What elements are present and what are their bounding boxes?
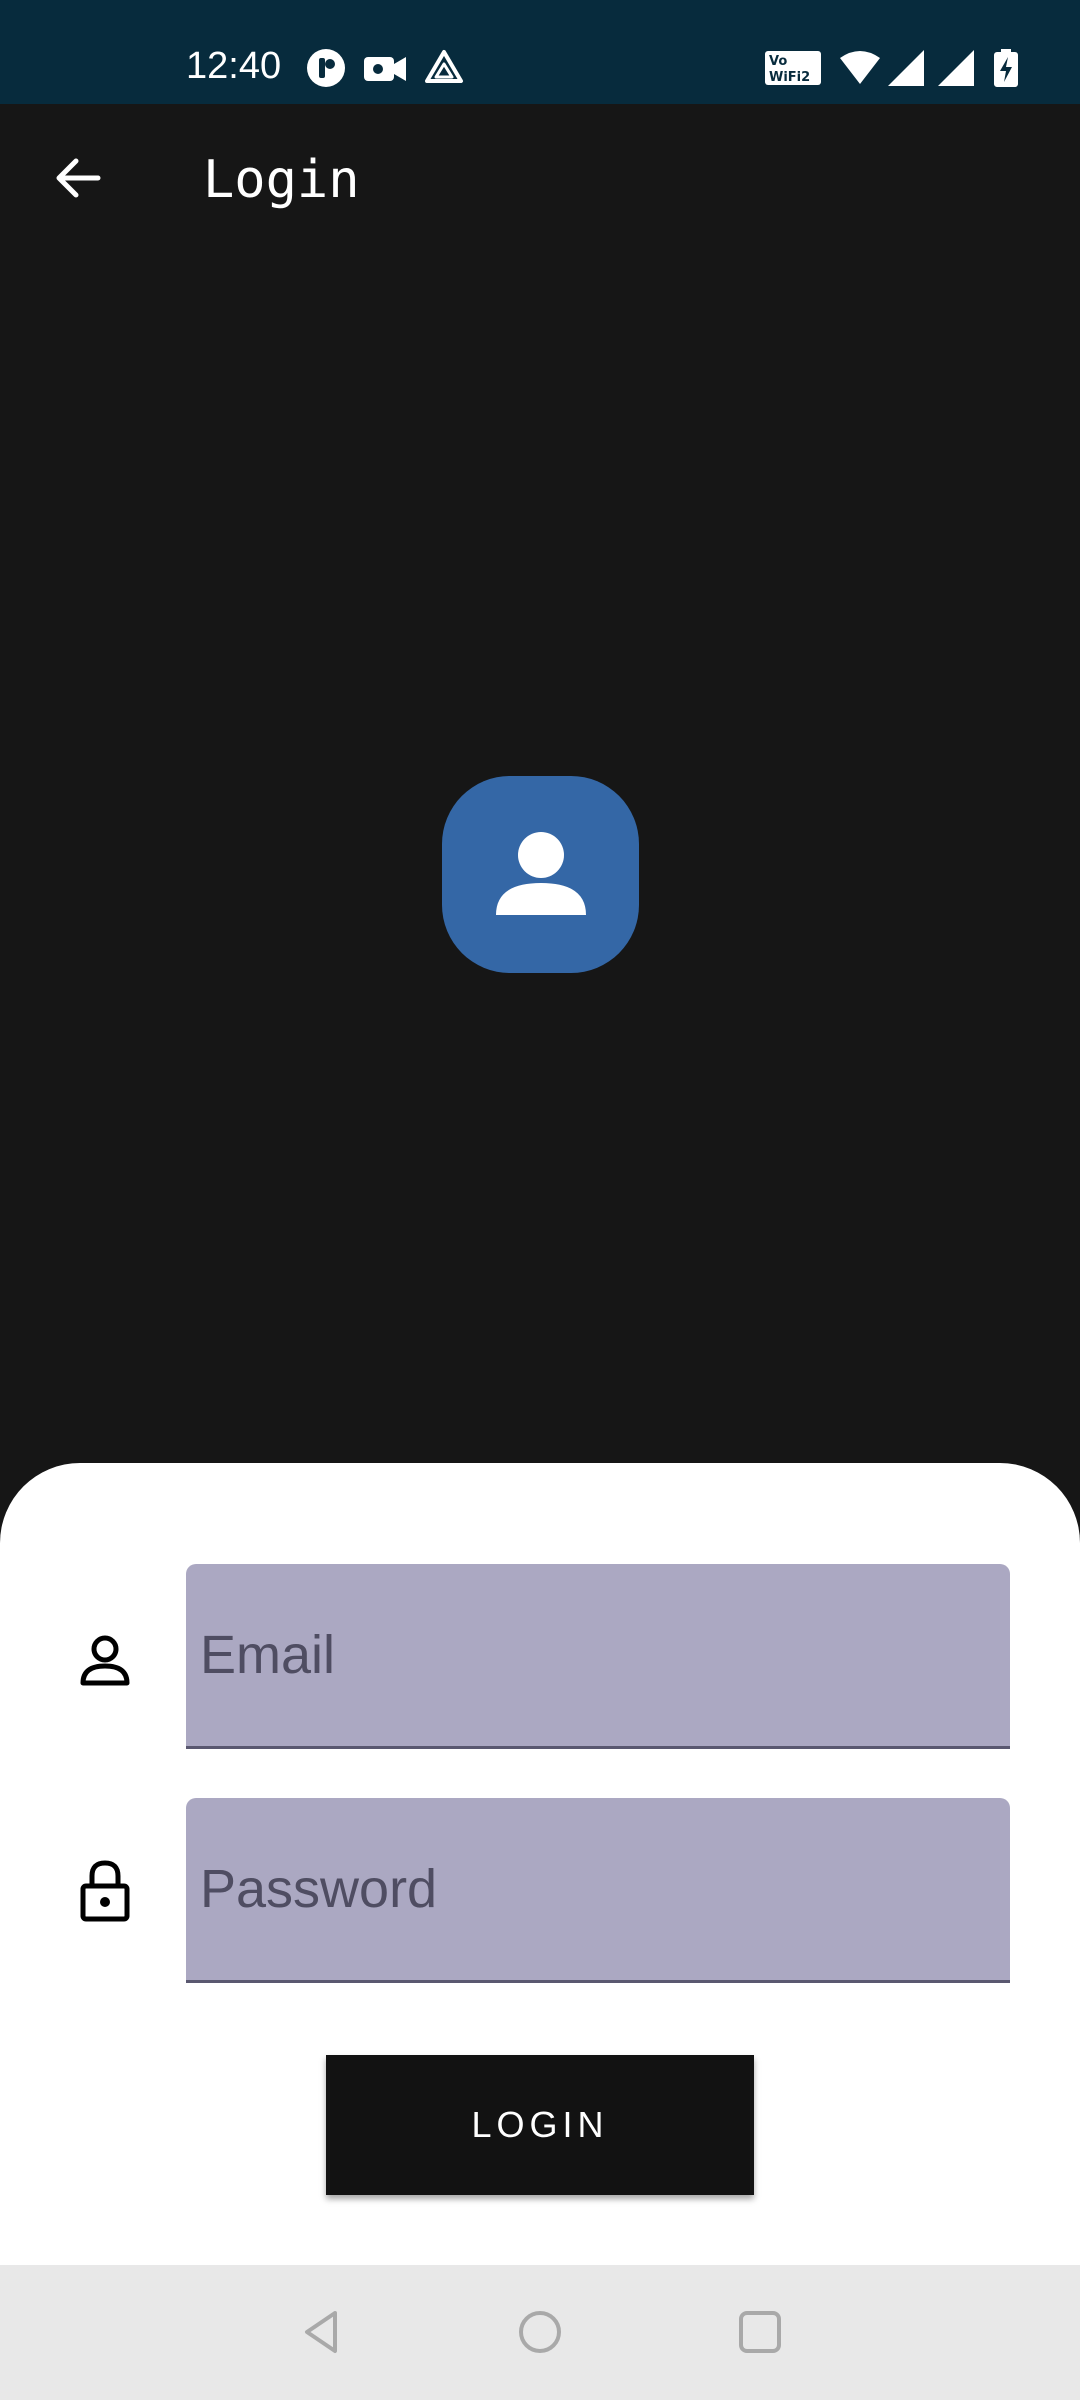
password-field[interactable] <box>200 1798 990 1980</box>
email-field[interactable] <box>200 1564 990 1746</box>
signal-icon <box>938 50 974 86</box>
app-bar: Login <box>0 104 1080 264</box>
nav-home-button[interactable] <box>495 2287 585 2377</box>
password-field-container <box>186 1798 1010 1983</box>
status-bar: 12:40 Vo WiFi2 <box>0 0 1080 104</box>
avatar <box>442 776 639 973</box>
page-title: Login <box>203 150 360 210</box>
app-c-icon <box>307 49 345 87</box>
back-icon <box>305 2311 337 2353</box>
status-time: 12:40 <box>186 45 282 87</box>
battery-charging-icon <box>994 49 1018 87</box>
nav-back-button[interactable] <box>277 2287 367 2377</box>
lock-icon <box>77 1860 133 1922</box>
svg-text:WiFi2: WiFi2 <box>769 70 810 85</box>
drive-icon <box>425 50 463 83</box>
wifi-icon <box>840 51 880 84</box>
signal-icon <box>888 50 924 86</box>
svg-text:Vo: Vo <box>769 54 787 69</box>
back-button[interactable] <box>40 140 116 216</box>
arrow-left-icon <box>56 158 101 198</box>
nav-recents-button[interactable] <box>715 2287 805 2377</box>
vowifi-icon: Vo WiFi2 <box>765 51 821 85</box>
recents-icon <box>739 2311 781 2353</box>
video-camera-icon <box>364 57 406 81</box>
email-field-container <box>186 1564 1010 1749</box>
login-sheet: LOGIN <box>0 1463 1080 2265</box>
login-button[interactable]: LOGIN <box>326 2055 754 2195</box>
home-icon <box>519 2311 561 2353</box>
person-icon <box>495 831 586 915</box>
person-outline-icon <box>77 1632 133 1688</box>
navigation-bar <box>0 2265 1080 2400</box>
